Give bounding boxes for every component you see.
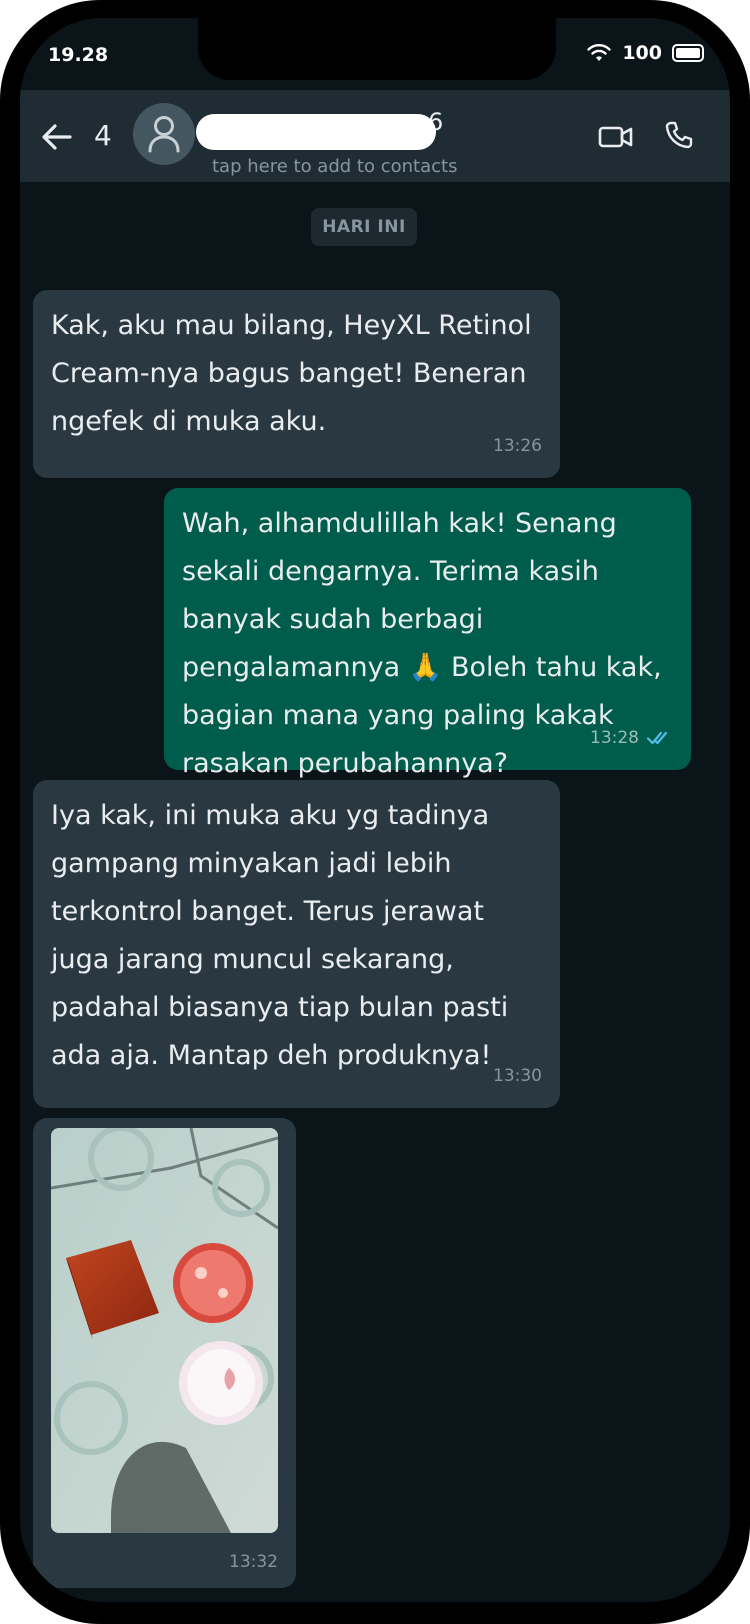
message-time: 13:26 <box>493 436 542 456</box>
add-contact-hint[interactable]: tap here to add to contacts <box>212 156 457 177</box>
message-time: 13:28 <box>590 728 639 748</box>
message-bubble-outgoing[interactable]: Wah, alhamdulillah kak! Senang sekali de… <box>164 488 691 779</box>
screen: 19.28 100 4 6 tap here to add to contact… <box>20 18 730 1602</box>
battery-level: 100 <box>622 42 662 64</box>
message-meta: 13:32 <box>229 1538 278 1586</box>
unread-count[interactable]: 4 <box>94 119 112 152</box>
back-arrow-icon[interactable] <box>40 120 74 154</box>
product-photo[interactable] <box>51 1128 278 1533</box>
chat-header[interactable]: 4 6 tap here to add to contacts <box>20 90 730 182</box>
battery-icon <box>672 44 704 62</box>
message-text: Iya kak, ini muka aku yg tadinya gampang… <box>51 800 509 1071</box>
message-text: Kak, aku mau bilang, HeyXL Retinol Cream… <box>51 310 532 437</box>
person-icon <box>148 116 180 153</box>
message-bubble-incoming[interactable]: Kak, aku mau bilang, HeyXL Retinol Cream… <box>33 290 560 478</box>
product-photo-image <box>51 1128 278 1533</box>
chat-area[interactable]: HARI INI Kak, aku mau bilang, HeyXL Reti… <box>20 182 730 1602</box>
message-time: 13:30 <box>493 1066 542 1086</box>
camera-notch <box>198 18 556 80</box>
message-bubble-incoming[interactable]: Iya kak, ini muka aku yg tadinya gampang… <box>33 780 560 1108</box>
status-time: 19.28 <box>48 44 109 66</box>
double-check-icon <box>647 731 668 745</box>
image-message-bubble[interactable]: 13:32 <box>33 1118 296 1588</box>
contact-name-redacted[interactable] <box>196 114 436 150</box>
avatar[interactable] <box>133 103 195 165</box>
message-time: 13:32 <box>229 1552 278 1572</box>
voice-call-icon[interactable] <box>664 120 694 150</box>
message-meta: 13:28 <box>590 714 673 762</box>
message-meta: 13:30 <box>493 1052 542 1100</box>
video-call-icon[interactable] <box>598 122 634 152</box>
phone-frame: 19.28 100 4 6 tap here to add to contact… <box>0 0 750 1624</box>
status-indicators: 100 <box>586 42 704 64</box>
date-separator: HARI INI <box>311 208 417 246</box>
wifi-icon <box>587 44 612 61</box>
message-meta: 13:26 <box>493 422 542 470</box>
